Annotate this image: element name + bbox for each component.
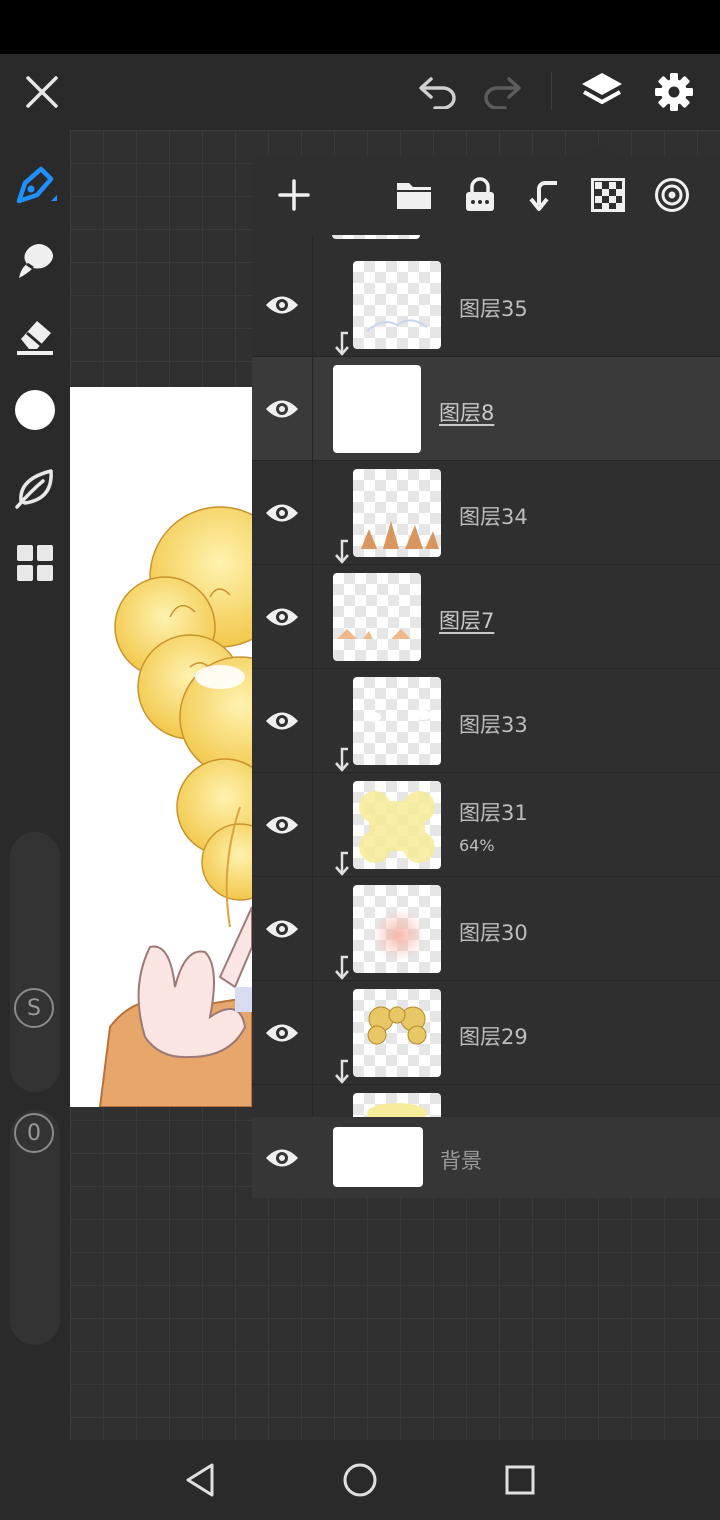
top-toolbar [0,54,720,130]
layer-name: 图层30 [459,921,528,945]
layer-row-selected[interactable]: 图层8 [252,357,720,461]
eye-icon[interactable] [252,461,313,565]
eye-icon[interactable] [252,1117,312,1198]
folder-icon[interactable] [390,171,438,219]
navigation-bar [0,1440,720,1520]
layer-row[interactable]: 图层7 [252,565,720,669]
layer-row[interactable]: 图层30 [252,877,720,981]
layer-row[interactable]: 图层31 64% [252,773,720,877]
layer-panel-toolbar [252,155,720,236]
background-layer-name: 背景 [440,1149,482,1173]
layer-thumbnail [353,781,441,869]
layer-name: 图层33 [459,713,528,737]
left-toolbar: S 0 [0,130,70,1440]
layer-name: 图层35 [459,297,528,321]
pen-icon[interactable] [0,150,70,220]
layer-name: 图层34 [459,505,528,529]
panel-pointer [588,141,616,155]
layer-thumbnail [332,235,420,239]
eye-icon[interactable] [252,877,313,981]
eye-icon[interactable] [252,669,313,773]
eraser-icon[interactable] [0,300,70,370]
layer-row[interactable]: 图层34 [252,461,720,565]
layer-name: 图层29 [459,1025,528,1049]
layer-name: 图层8 [439,401,495,425]
lock-icon[interactable] [456,171,504,219]
redo-icon[interactable] [474,64,530,120]
artwork-canvas[interactable] [70,387,252,1107]
layer-name: 图层31 [459,801,528,825]
layer-row[interactable]: 图层29 [252,981,720,1085]
eye-icon[interactable] [252,357,313,461]
layer-row-partial-bottom[interactable] [252,1085,720,1117]
undo-icon[interactable] [410,64,466,120]
background-thumbnail [333,1127,423,1187]
layer-opacity: 64% [459,836,495,855]
layer-list[interactable]: 图层35 图层8 图层34 图层7 图层33 图层31 64% 图层30 图层2… [252,235,720,1117]
clip-arrow-icon [335,747,349,772]
clip-arrow-icon [335,331,349,356]
color-swatch[interactable] [0,375,70,445]
eye-icon[interactable] [252,981,313,1085]
leaf-icon[interactable] [0,452,70,522]
layer-thumbnail [353,677,441,765]
layer-thumbnail [333,573,421,661]
transparency-icon[interactable] [584,171,632,219]
layers-icon[interactable] [572,62,632,122]
layer-thumbnail [353,885,441,973]
toolbar-divider [551,72,552,110]
clip-icon[interactable] [520,171,568,219]
layer-row[interactable]: 图层33 [252,669,720,773]
recents-icon[interactable] [490,1452,550,1508]
add-icon[interactable] [270,171,318,219]
layer-name: 图层7 [439,609,495,633]
brush-size-slider[interactable] [10,832,60,1092]
layer-thumbnail [353,261,441,349]
eye-icon[interactable] [252,773,313,877]
status-bar [0,0,720,54]
clip-arrow-icon [335,539,349,564]
opacity-badge[interactable]: 0 [14,1113,54,1153]
size-badge[interactable]: S [14,988,54,1028]
target-icon[interactable] [648,171,696,219]
grid-icon[interactable] [0,528,70,598]
smudge-icon[interactable] [0,225,70,295]
home-icon[interactable] [330,1452,390,1508]
layer-thumbnail [353,1093,441,1117]
close-icon[interactable] [14,64,70,120]
layer-thumbnail [353,989,441,1077]
layer-thumbnail [333,365,421,453]
layer-panel: 图层35 图层8 图层34 图层7 图层33 图层31 64% 图层30 图层2… [252,155,720,1198]
clip-arrow-icon [335,851,349,876]
layer-thumbnail [353,469,441,557]
background-layer-row[interactable]: 背景 [252,1117,720,1198]
clip-arrow-icon [335,955,349,980]
eye-icon[interactable] [252,565,313,669]
gear-icon[interactable] [644,62,704,122]
layer-row[interactable]: 图层35 [252,253,720,357]
back-icon[interactable] [170,1452,230,1508]
clip-arrow-icon [335,1059,349,1084]
eye-icon[interactable] [252,253,313,357]
